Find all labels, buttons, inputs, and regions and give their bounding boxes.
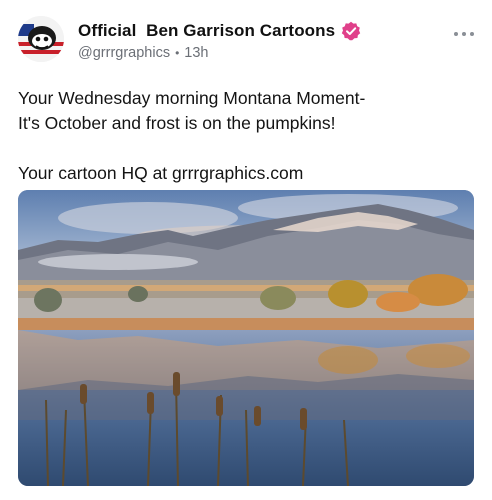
more-options-icon[interactable] bbox=[454, 30, 474, 38]
post-image[interactable] bbox=[18, 190, 474, 486]
avatar[interactable] bbox=[18, 16, 64, 62]
avatar-image bbox=[18, 16, 64, 62]
author-meta: @grrrgraphics • 13h bbox=[78, 45, 208, 61]
more-dot bbox=[462, 32, 466, 36]
post-text: Your Wednesday morning Montana Moment- I… bbox=[18, 86, 474, 186]
author-handle[interactable]: @grrrgraphics bbox=[78, 45, 170, 61]
more-dot bbox=[454, 32, 458, 36]
landscape-photo bbox=[18, 190, 474, 486]
more-dot bbox=[470, 32, 474, 36]
meta-separator: • bbox=[175, 46, 180, 60]
post-card: Official Ben Garrison Cartoons @grrrgrap… bbox=[0, 0, 492, 500]
post-text-blank-line bbox=[18, 136, 474, 161]
post-text-line: Your Wednesday morning Montana Moment- bbox=[18, 88, 366, 108]
author-display-name[interactable]: Official Ben Garrison Cartoons bbox=[78, 21, 335, 41]
verified-badge-icon bbox=[342, 21, 361, 41]
post-time[interactable]: 13h bbox=[184, 45, 208, 61]
post-text-line: It's October and frost is on the pumpkin… bbox=[18, 113, 336, 133]
post-text-line: Your cartoon HQ at grrrgraphics.com bbox=[18, 163, 304, 183]
author-name-row: Official Ben Garrison Cartoons bbox=[78, 20, 361, 42]
